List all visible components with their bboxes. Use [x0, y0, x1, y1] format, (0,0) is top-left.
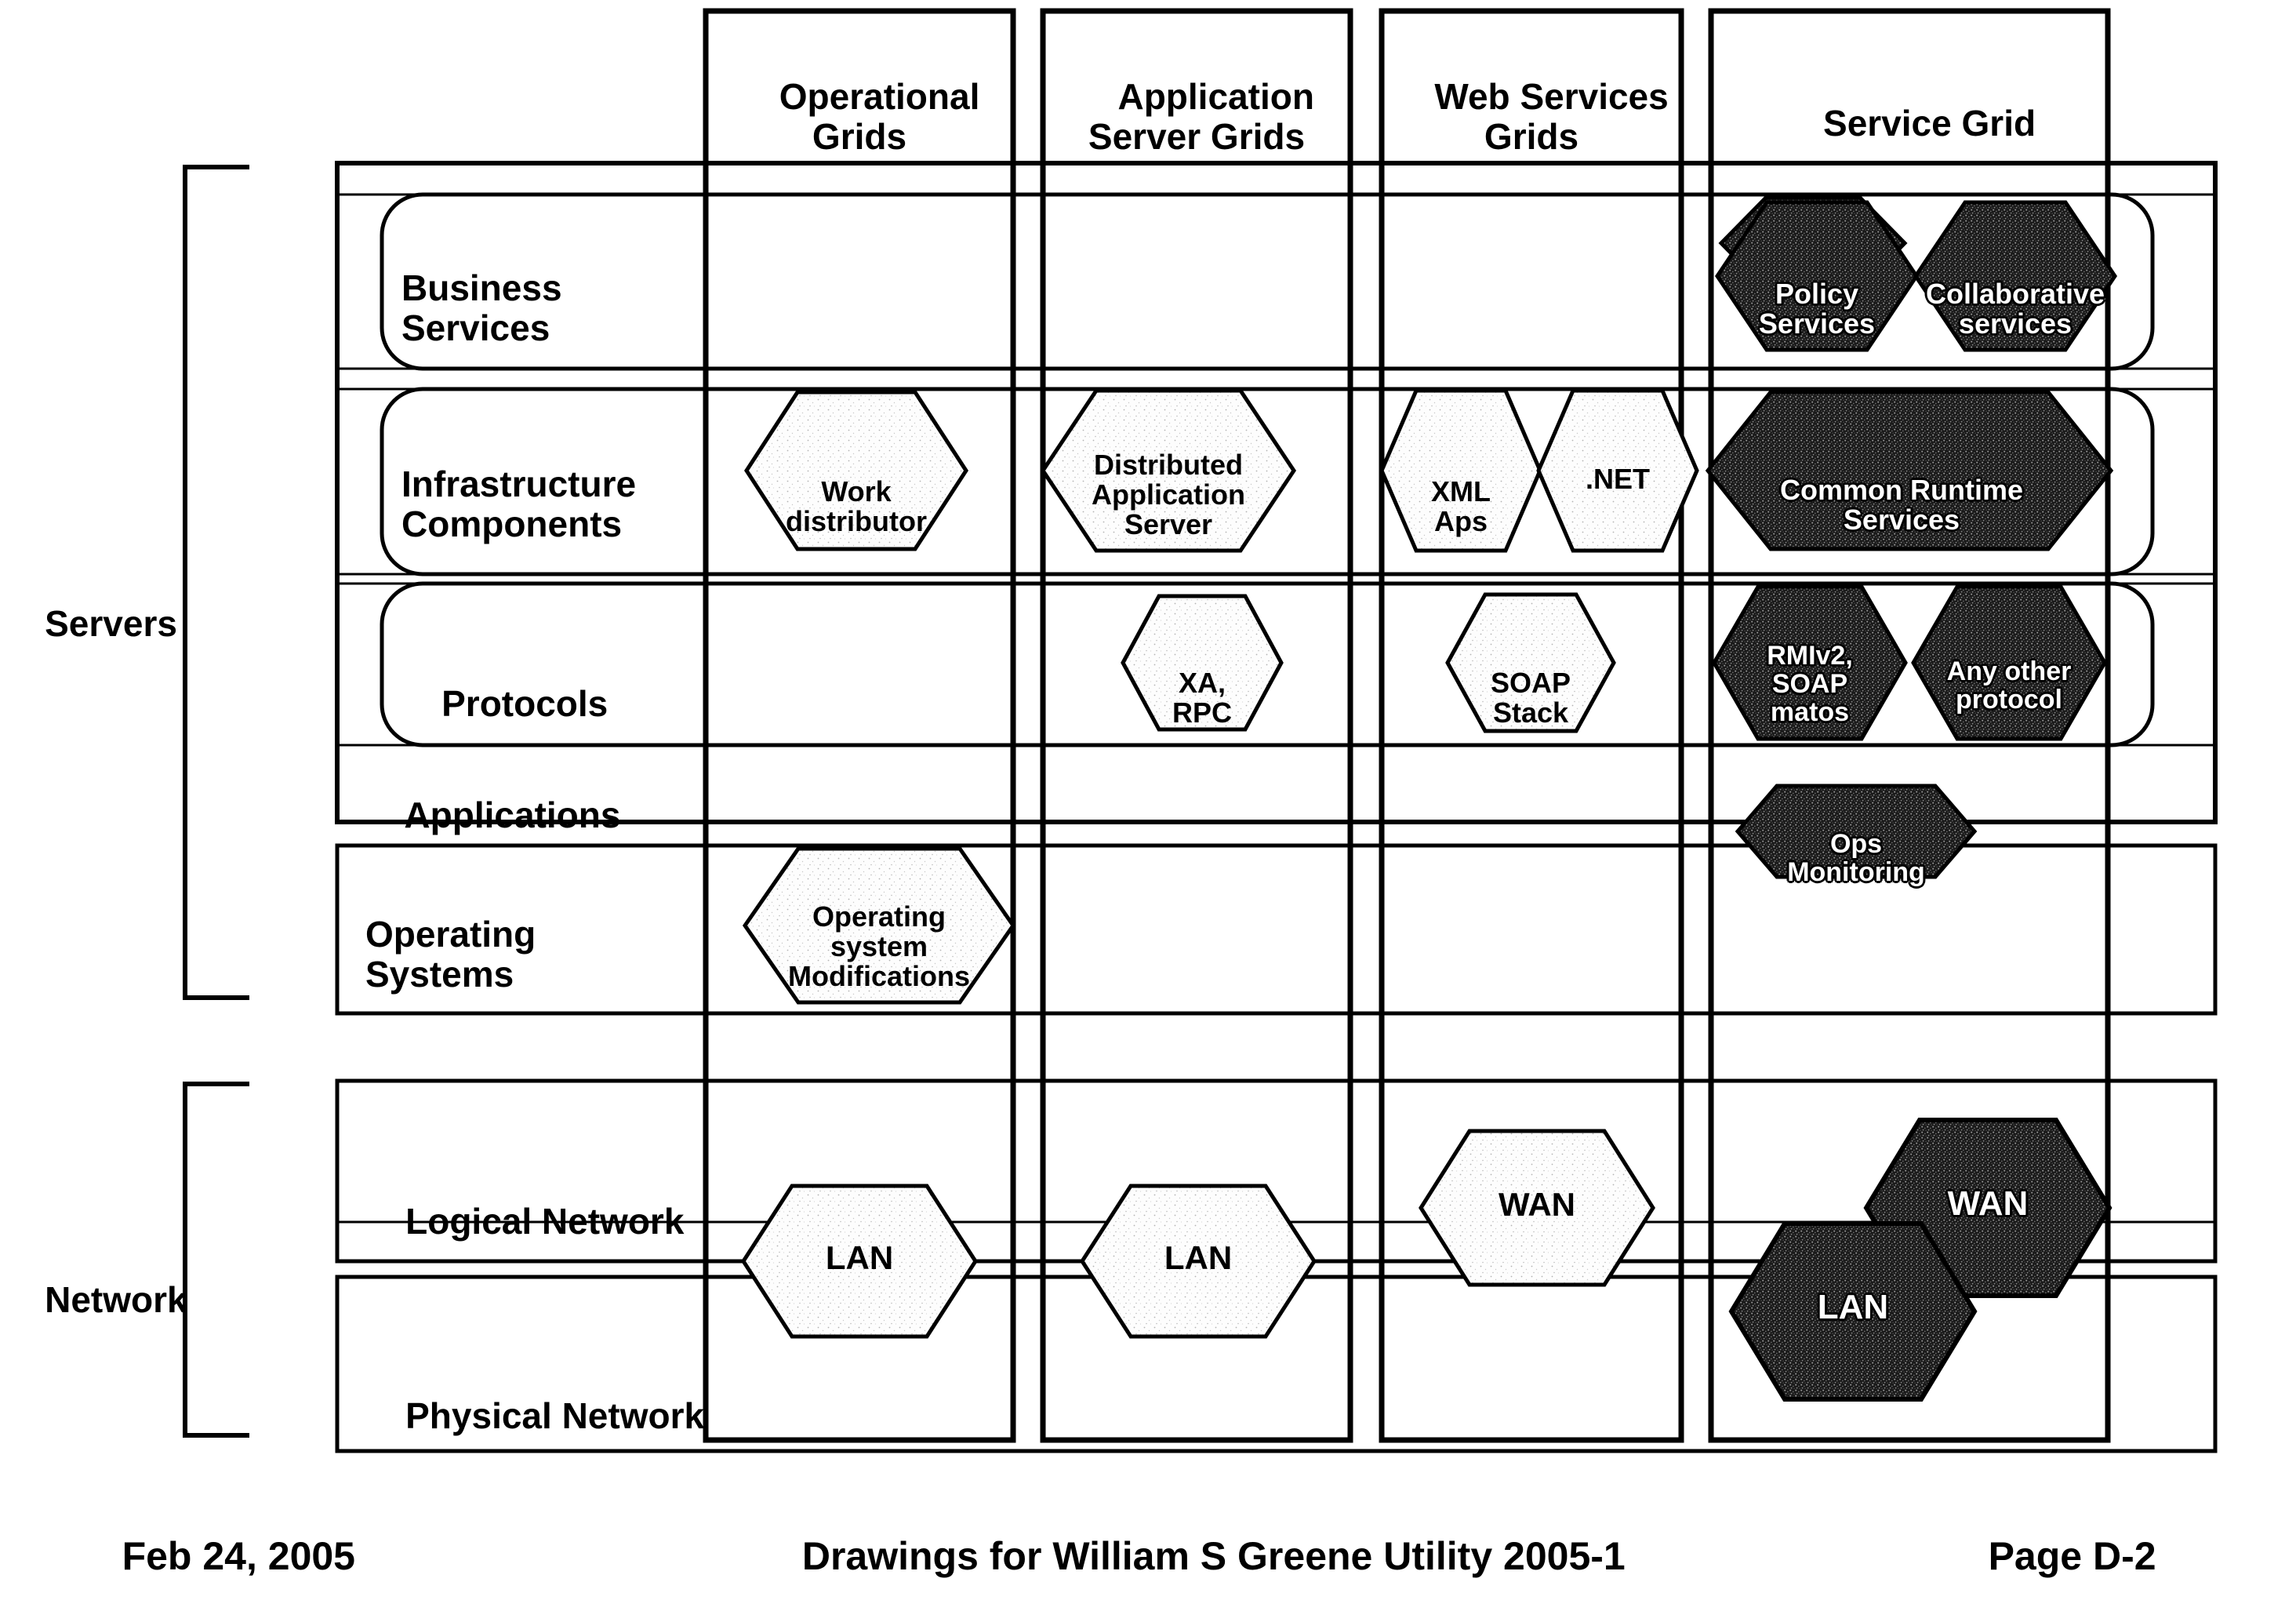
hex-rmiv2-soap-matos[interactable] — [1712, 584, 1908, 741]
hex-work-distributor[interactable] — [744, 390, 968, 551]
hex-wan-webservices[interactable] — [1419, 1129, 1655, 1287]
column-header-service-grid[interactable]: Service Grid — [1711, 63, 2108, 184]
row-label-protocols: Protocols — [401, 643, 608, 765]
group-label-text: Network — [45, 1278, 187, 1320]
row-label-logical-network: Logical Network — [365, 1161, 684, 1282]
footer-date-text: Feb 24, 2005 — [122, 1534, 355, 1578]
diagram-canvas: Operational Grids Application Server Gri… — [0, 0, 2296, 1612]
row-label-physical-network: Physical Network — [365, 1355, 704, 1477]
footer-title: Drawings for William S Greene Utility 20… — [706, 1490, 1678, 1622]
hex-xml-aps[interactable] — [1379, 388, 1542, 553]
column-header-label: Web Services Grids — [1434, 75, 1669, 158]
hex-dotnet[interactable] — [1536, 388, 1699, 553]
row-label-text: Business Services — [401, 267, 562, 349]
hexes — [741, 200, 2118, 1402]
hex-ops-monitoring[interactable] — [1735, 784, 1978, 879]
column-header-operational-grids[interactable]: Operational Grids — [706, 36, 1013, 198]
footer-page: Page D-2 — [1945, 1490, 2156, 1622]
column-header-label: Operational Grids — [779, 75, 980, 158]
column-header-web-services-grids[interactable]: Web Services Grids — [1382, 36, 1681, 198]
column-header-label: Service Grid — [1823, 102, 2036, 144]
hex-operating-system-modifications[interactable] — [742, 846, 1016, 1005]
row-label-applications: Applications — [365, 755, 620, 876]
group-bracket-servers — [183, 165, 249, 1000]
row-label-business-services: Business Services — [401, 227, 562, 349]
group-bracket-network — [183, 1082, 249, 1438]
footer-title-text: Drawings for William S Greene Utility 20… — [801, 1534, 1626, 1578]
row-label-text: Operating Systems — [365, 913, 536, 995]
row-label-text: Physical Network — [405, 1395, 705, 1436]
row-label-infrastructure-components: Infrastructure Components — [401, 424, 636, 545]
row-label-text: Infrastructure Components — [401, 463, 637, 545]
diagram-vector-layer — [183, 8, 2218, 1453]
row-label-text: Protocols — [441, 682, 609, 724]
hex-soap-stack[interactable] — [1445, 592, 1616, 733]
column-header-application-server-grids[interactable]: Application Server Grids — [1043, 36, 1350, 198]
row-guide-lines — [337, 193, 2215, 1263]
group-label-servers: Servers — [5, 563, 177, 685]
hex-collaborative-services[interactable] — [1913, 200, 2118, 352]
hex-lan-servicegrid[interactable] — [1728, 1221, 1978, 1402]
hex-any-other-protocol[interactable] — [1911, 584, 2107, 741]
footer-date: Feb 24, 2005 — [78, 1490, 355, 1622]
row-label-text: Applications — [404, 794, 621, 835]
hex-common-runtime-services[interactable] — [1705, 390, 2114, 551]
hex-lan-operational[interactable] — [741, 1184, 978, 1339]
hex-distributed-application-server[interactable] — [1040, 388, 1297, 553]
group-label-text: Servers — [45, 602, 177, 644]
hex-xa-rpc[interactable] — [1121, 594, 1284, 732]
hex-lan-appserver[interactable] — [1080, 1184, 1317, 1339]
row-label-text: Logical Network — [405, 1200, 685, 1242]
row-label-operating-systems: Operating Systems — [365, 874, 536, 995]
group-label-network: Network — [5, 1239, 187, 1361]
column-header-label: Application Server Grids — [1088, 75, 1314, 158]
footer-page-text: Page D-2 — [1988, 1534, 2156, 1578]
